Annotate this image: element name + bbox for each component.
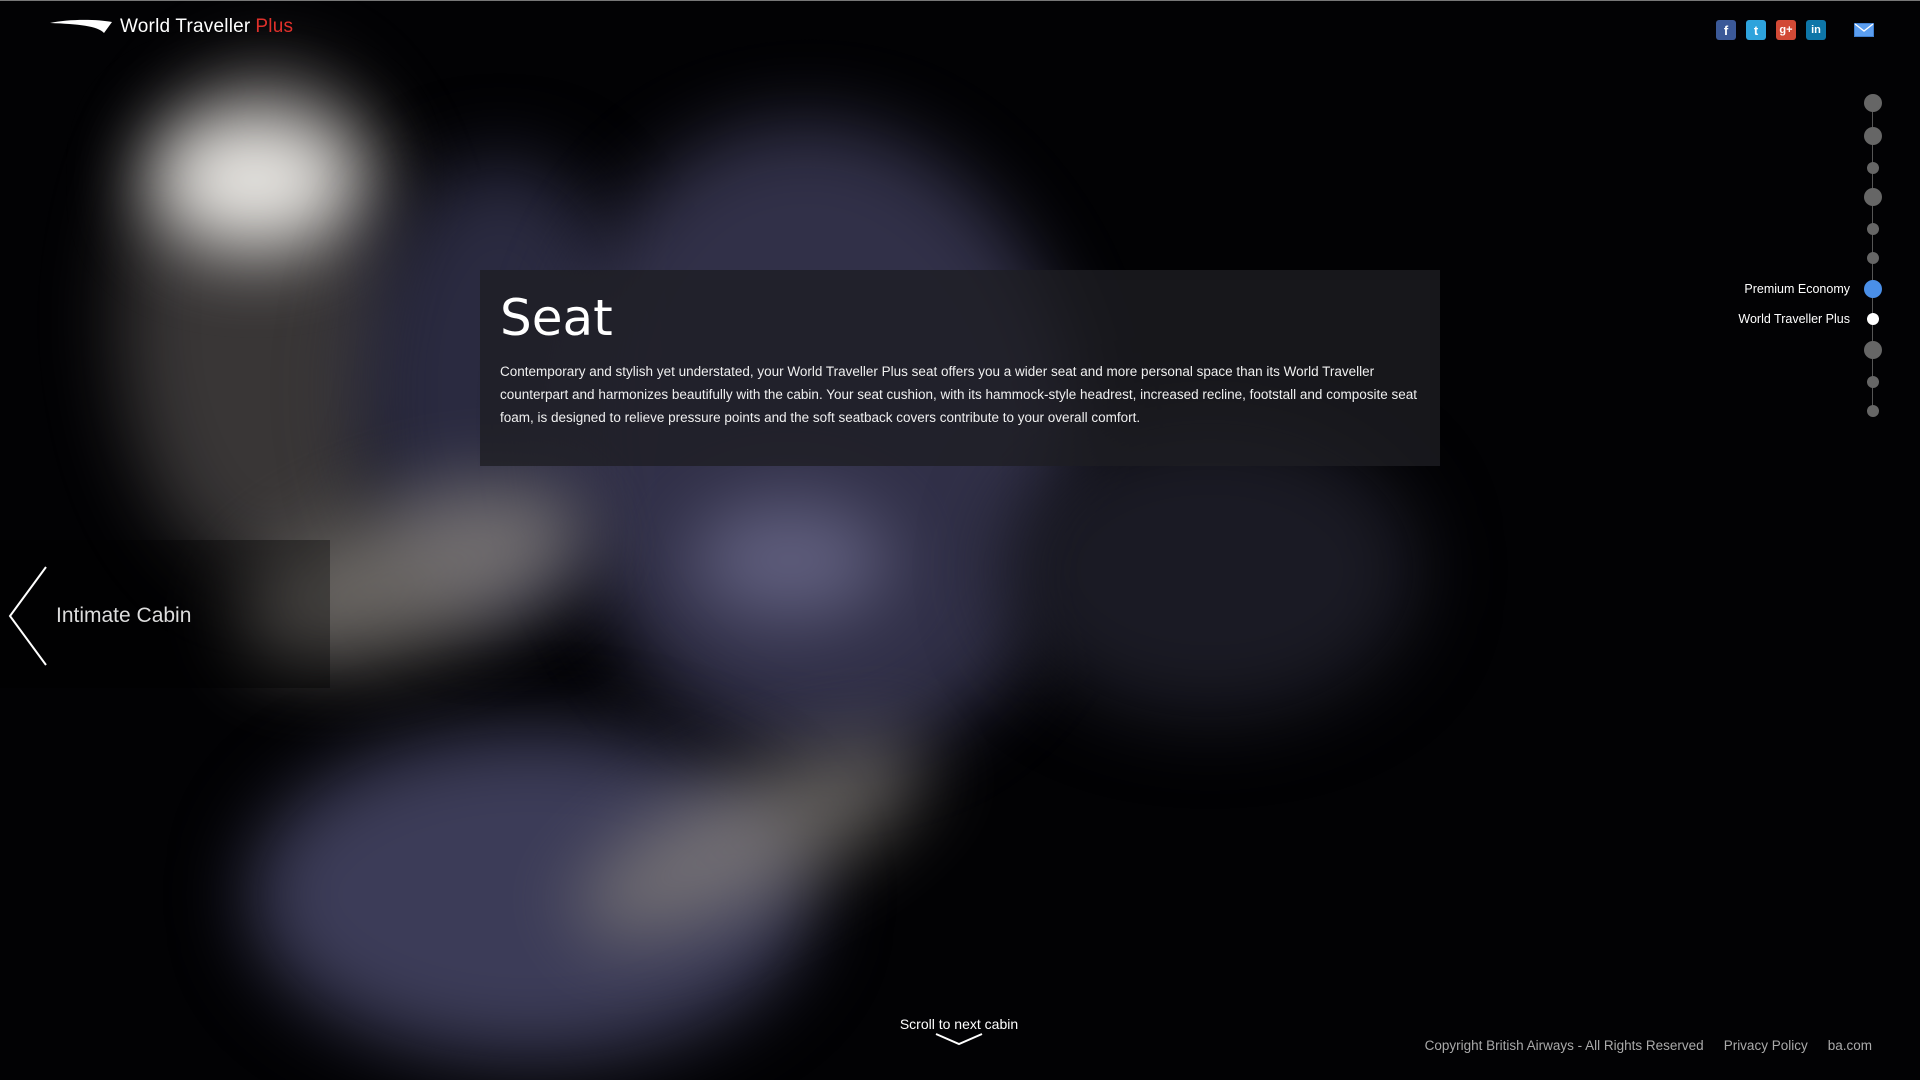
timeline-dot[interactable] (1864, 94, 1882, 112)
timeline-dot[interactable] (1867, 405, 1879, 417)
social-share-bar: f t g+ in (1716, 20, 1874, 40)
timeline-label-world-traveller-plus[interactable]: World Traveller Plus (1738, 312, 1850, 326)
brand-title: World Traveller Plus (120, 16, 294, 37)
timeline-dot-premium-economy[interactable] (1864, 280, 1882, 298)
timeline-dot[interactable] (1867, 252, 1879, 264)
linkedin-icon[interactable]: in (1806, 20, 1826, 40)
scroll-next-label: Scroll to next cabin (899, 1016, 1019, 1032)
copyright-text: Copyright British Airways - All Rights R… (1424, 1038, 1704, 1053)
timeline-label-premium-economy[interactable]: Premium Economy (1744, 282, 1850, 296)
feature-info-panel: Seat Contemporary and stylish yet unders… (480, 270, 1440, 466)
feature-title: Seat (500, 289, 613, 347)
brand-suffix: Plus (255, 16, 294, 37)
scroll-next-cabin-button[interactable]: Scroll to next cabin (899, 1016, 1019, 1046)
twitter-icon[interactable]: t (1746, 20, 1766, 40)
ba-com-link[interactable]: ba.com (1828, 1038, 1872, 1053)
top-divider (0, 0, 1920, 1)
footer: Copyright British Airways - All Rights R… (1425, 1038, 1872, 1053)
prev-feature-button[interactable]: Intimate Cabin (8, 566, 191, 666)
speedmarque-icon (50, 19, 112, 33)
timeline-dot[interactable] (1867, 162, 1879, 174)
timeline-dot[interactable] (1864, 188, 1882, 206)
feature-description: Contemporary and stylish yet understated… (500, 364, 1417, 425)
timeline-dot-world-traveller-plus[interactable] (1867, 313, 1879, 325)
prev-feature-label: Intimate Cabin (56, 604, 192, 627)
brand-logo-link[interactable]: World Traveller Plus (48, 16, 293, 38)
timeline-dot[interactable] (1864, 341, 1882, 359)
privacy-policy-link[interactable]: Privacy Policy (1724, 1038, 1808, 1053)
google-plus-icon[interactable]: g+ (1776, 20, 1796, 40)
timeline-dot[interactable] (1867, 223, 1879, 235)
facebook-icon[interactable]: f (1716, 20, 1736, 40)
email-icon[interactable] (1854, 23, 1874, 37)
timeline-dot[interactable] (1864, 127, 1882, 145)
timeline-dot[interactable] (1867, 376, 1879, 388)
chevron-down-icon (935, 1033, 983, 1046)
cabin-timeline: Premium Economy World Traveller Plus (1580, 92, 1882, 422)
chevron-left-icon (8, 566, 47, 666)
